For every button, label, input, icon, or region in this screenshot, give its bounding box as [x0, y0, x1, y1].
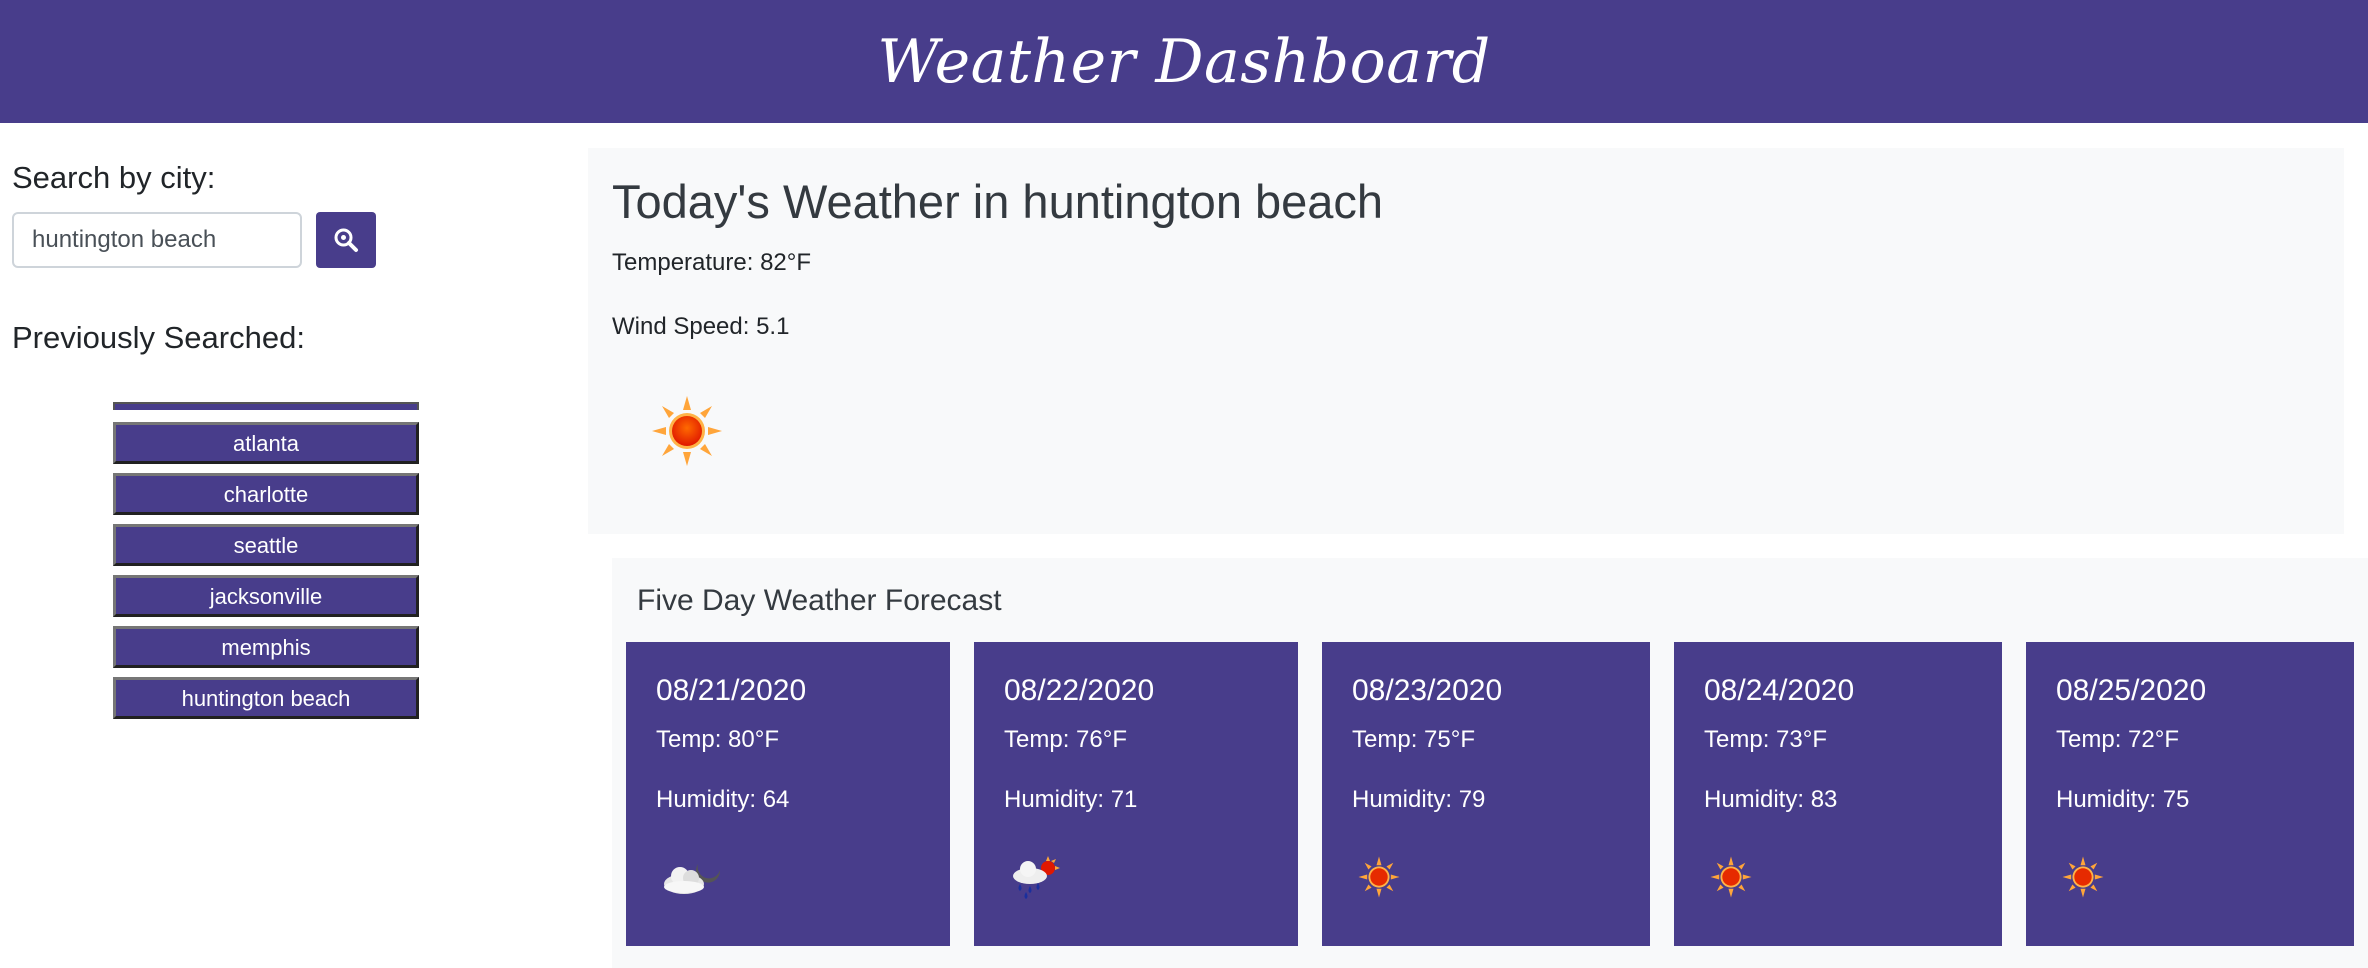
sun-icon [2062, 856, 2104, 898]
forecast-humidity: Humidity: 75 [2056, 786, 2190, 813]
current-temperature: Temperature: 82°F [612, 249, 812, 276]
forecast-date: 08/23/2020 [1352, 674, 1503, 707]
history-list: atlanta charlotte seattle jacksonville m… [113, 402, 419, 719]
history-item-atlanta[interactable]: atlanta [113, 422, 419, 464]
app-title: Weather Dashboard [877, 26, 1491, 97]
history-blank-entry[interactable] [113, 402, 419, 410]
sun-icon [1710, 856, 1752, 898]
forecast-panel: Five Day Weather Forecast 08/21/2020 Tem… [612, 558, 2368, 968]
forecast-temp: Temp: 80°F [656, 726, 779, 753]
city-search-input[interactable] [12, 212, 302, 268]
app-header: Weather Dashboard [0, 0, 2368, 123]
forecast-card: 08/25/2020 Temp: 72°F Humidity: 75 [2026, 642, 2354, 946]
search-icon [334, 228, 358, 252]
sidebar: Search by city: Previously Searched: atl… [12, 160, 572, 728]
forecast-humidity: Humidity: 83 [1704, 786, 1838, 813]
forecast-date: 08/21/2020 [656, 674, 807, 707]
search-label: Search by city: [12, 160, 216, 195]
forecast-card: 08/22/2020 Temp: 76°F Humidity: 71 [974, 642, 1298, 946]
forecast-card: 08/21/2020 Temp: 80°F Humidity: 64 [626, 642, 950, 946]
sun-icon [652, 396, 722, 466]
forecast-card: 08/23/2020 Temp: 75°F Humidity: 79 [1322, 642, 1650, 946]
history-item-memphis[interactable]: memphis [113, 626, 419, 668]
partly-cloudy-night-icon [664, 864, 721, 894]
history-item-charlotte[interactable]: charlotte [113, 473, 419, 515]
current-weather-panel: Today's Weather in huntington beach Temp… [588, 148, 2344, 534]
forecast-humidity: Humidity: 79 [1352, 786, 1486, 813]
forecast-date: 08/25/2020 [2056, 674, 2207, 707]
history-title: Previously Searched: [12, 320, 305, 355]
history-item-huntington-beach[interactable]: huntington beach [113, 677, 419, 719]
forecast-humidity: Humidity: 71 [1004, 786, 1138, 813]
search-button[interactable] [316, 212, 376, 268]
current-weather-title: Today's Weather in huntington beach [612, 175, 1384, 228]
forecast-title: Five Day Weather Forecast [637, 584, 1002, 617]
forecast-card: 08/24/2020 Temp: 73°F Humidity: 83 [1674, 642, 2002, 946]
rain-sun-icon [1013, 856, 1060, 899]
sun-icon [1358, 856, 1400, 898]
current-wind-speed: Wind Speed: 5.1 [612, 313, 790, 340]
forecast-cards: 08/21/2020 Temp: 80°F Humidity: 64 08/22… [626, 642, 2354, 946]
forecast-date: 08/22/2020 [1004, 674, 1155, 707]
history-item-seattle[interactable]: seattle [113, 524, 419, 566]
forecast-date: 08/24/2020 [1704, 674, 1855, 707]
forecast-temp: Temp: 75°F [1352, 726, 1475, 753]
forecast-temp: Temp: 73°F [1704, 726, 1827, 753]
forecast-temp: Temp: 72°F [2056, 726, 2179, 753]
forecast-temp: Temp: 76°F [1004, 726, 1127, 753]
forecast-humidity: Humidity: 64 [656, 786, 790, 813]
history-item-jacksonville[interactable]: jacksonville [113, 575, 419, 617]
search-row [12, 212, 572, 268]
